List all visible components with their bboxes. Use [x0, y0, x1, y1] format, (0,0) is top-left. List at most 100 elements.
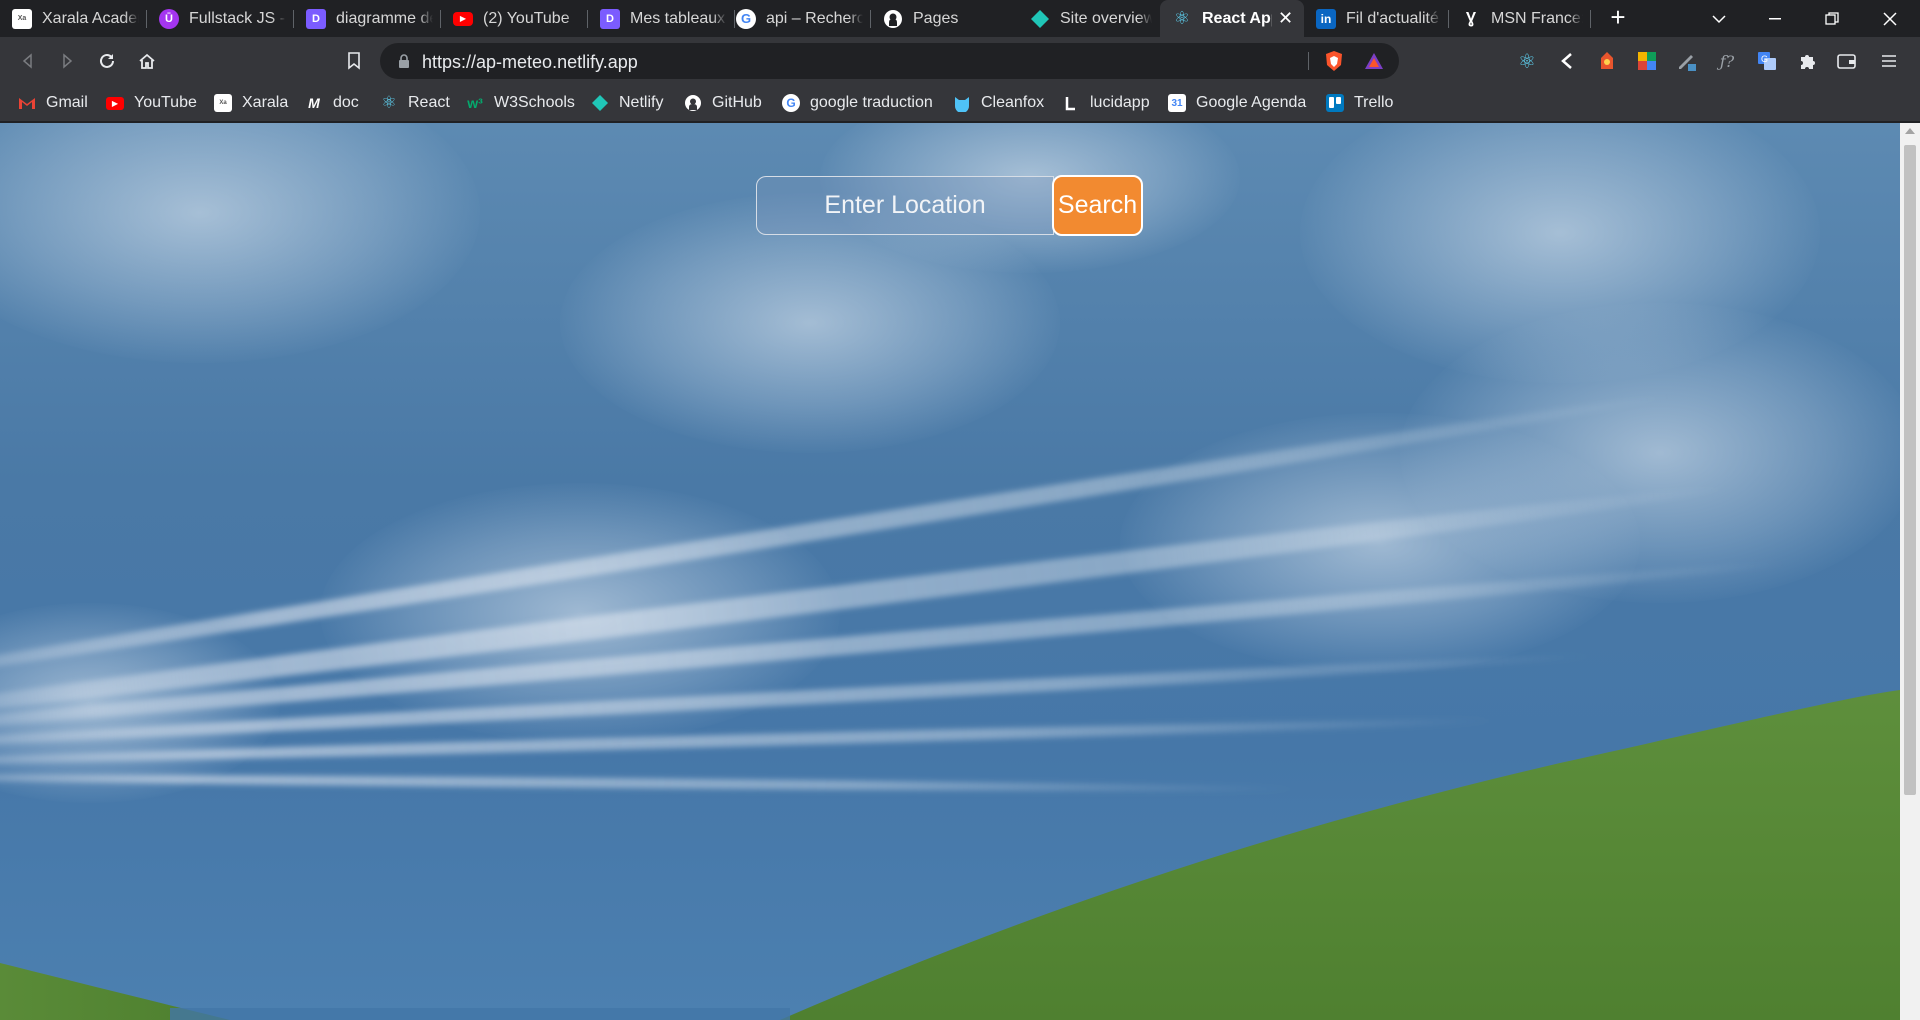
bookmark-label: Xarala: [242, 94, 289, 111]
tab-title: Fil d'actualité |: [1346, 9, 1441, 27]
tab-title: Mes tableaux c: [630, 9, 727, 27]
page-scrollbar[interactable]: [1900, 123, 1920, 1020]
bookmark-button[interactable]: [338, 45, 370, 77]
pen-extension-icon[interactable]: [1673, 47, 1701, 75]
home-icon: [139, 53, 155, 69]
netlify-icon: [1030, 9, 1050, 29]
address-bar[interactable]: https://ap-meteo.netlify.app: [380, 43, 1399, 79]
lock-icon: [399, 54, 409, 68]
diagram-app-icon: D: [306, 8, 326, 29]
tab-title: api – Recherch: [766, 9, 863, 27]
back-arrow-icon: [22, 53, 32, 69]
bookmark-netlify[interactable]: Netlify: [591, 85, 663, 121]
tab-udemy[interactable]: Ū Fullstack JS - R: [147, 0, 294, 37]
react-devtools-icon[interactable]: ⚛: [1513, 47, 1541, 75]
bookmark-label: W3Schools: [494, 94, 575, 111]
svg-text:G: G: [1761, 54, 1768, 64]
doc-icon: M: [308, 95, 320, 111]
google-icon: G: [782, 94, 800, 112]
minimize-button[interactable]: [1747, 0, 1803, 37]
tab-pages[interactable]: Pages: [871, 0, 1018, 37]
bookmark-label: Trello: [1354, 94, 1394, 111]
location-search-input[interactable]: [756, 176, 1054, 235]
search-button[interactable]: Search: [1052, 175, 1143, 236]
react-icon: ⚛: [1173, 8, 1191, 28]
bookmark-xarala[interactable]: Xa Xarala: [214, 85, 288, 121]
formula-extension-icon[interactable]: ƒ?: [1713, 47, 1741, 75]
brave-shield-icon[interactable]: [1320, 47, 1348, 75]
bookmark-w3schools[interactable]: w³ W3Schools: [466, 85, 575, 121]
bookmark-icon: [348, 52, 360, 70]
page-viewport: Search: [0, 123, 1900, 1020]
xarala-icon: Xa: [12, 8, 32, 29]
scrollbar-thumb[interactable]: [1904, 145, 1916, 795]
tab-api-recherche[interactable]: G api – Recherch: [724, 0, 871, 37]
bookmark-label: YouTube: [134, 94, 197, 111]
bookmark-google-traduction[interactable]: G google traduction: [782, 85, 933, 121]
colorful-extension-icon[interactable]: [1633, 47, 1661, 75]
boards-app-icon: D: [600, 8, 620, 29]
tab-site-overview[interactable]: Site overview |: [1018, 0, 1160, 37]
tab-title: MSN France: H: [1491, 9, 1583, 27]
bookmarks-bar: Gmail ▶ YouTube Xa Xarala M doc ⚛ React …: [0, 85, 1920, 122]
bookmark-label: Netlify: [619, 94, 664, 111]
gmail-icon: [18, 94, 36, 112]
brave-rewards-icon[interactable]: [1360, 47, 1388, 75]
bookmark-doc[interactable]: M doc: [305, 85, 359, 121]
bookmark-github[interactable]: GitHub: [684, 85, 762, 121]
tab-linkedin[interactable]: in Fil d'actualité |: [1304, 0, 1449, 37]
bookmark-react[interactable]: ⚛ React: [380, 85, 449, 121]
bookmark-google-agenda[interactable]: 31 Google Agenda: [1168, 85, 1306, 121]
lucid-icon: [1062, 94, 1080, 112]
close-tab-icon[interactable]: ✕: [1278, 8, 1296, 29]
address-separator: [1308, 52, 1309, 70]
bookmark-cleanfox[interactable]: Cleanfox: [953, 85, 1044, 121]
bookmark-label: Google Agenda: [1196, 94, 1307, 111]
forward-arrow-icon: [63, 53, 73, 69]
github-icon: [883, 9, 903, 29]
menu-icon[interactable]: [1875, 47, 1903, 75]
tab-title: Site overview |: [1060, 9, 1152, 27]
tab-react-app[interactable]: ⚛ React App ✕: [1160, 0, 1304, 37]
tab-strip: Xa Xarala Academ Ū Fullstack JS - R D di…: [0, 0, 1920, 37]
bookmark-label: Gmail: [46, 94, 88, 111]
close-window-button[interactable]: [1862, 0, 1918, 37]
arrow-extension-icon[interactable]: [1553, 47, 1581, 75]
tab-diagramme[interactable]: D diagramme de: [294, 0, 441, 37]
bookmark-label: Cleanfox: [981, 94, 1045, 111]
tab-xarala[interactable]: Xa Xarala Academ: [0, 0, 147, 37]
scroll-up-arrow-icon[interactable]: [1905, 128, 1915, 134]
tab-youtube[interactable]: ▶ (2) YouTube: [441, 0, 588, 37]
home-button[interactable]: [131, 45, 163, 77]
bookmark-lucidapp[interactable]: lucidapp: [1062, 85, 1150, 121]
wallet-icon[interactable]: [1833, 47, 1861, 75]
bookmark-trello[interactable]: Trello: [1326, 85, 1393, 121]
bookmark-label: GitHub: [712, 94, 762, 111]
restore-button[interactable]: [1804, 0, 1860, 37]
tab-msn[interactable]: Ɣ MSN France: H: [1449, 0, 1591, 37]
reload-button[interactable]: [91, 45, 123, 77]
tab-mes-tableaux[interactable]: D Mes tableaux c: [588, 0, 735, 37]
translate-extension-icon[interactable]: G: [1753, 47, 1781, 75]
bookmark-youtube[interactable]: ▶ YouTube: [106, 85, 197, 121]
bookmark-gmail[interactable]: Gmail: [18, 85, 88, 121]
tab-title: React App: [1202, 9, 1272, 27]
new-tab-button[interactable]: +: [1604, 4, 1632, 32]
extensions-puzzle-icon[interactable]: [1793, 47, 1821, 75]
google-icon: G: [736, 8, 756, 29]
w3schools-icon: w³: [467, 95, 483, 111]
xarala-icon: Xa: [214, 94, 232, 112]
cleanfox-icon: [953, 94, 971, 112]
forward-button[interactable]: [51, 45, 83, 77]
bookmark-label: lucidapp: [1090, 94, 1150, 111]
tab-search-chevron-icon[interactable]: [1691, 0, 1747, 37]
youtube-icon: ▶: [453, 11, 473, 26]
tab-title: (2) YouTube: [483, 9, 570, 27]
linkedin-icon: in: [1316, 8, 1336, 29]
udemy-icon: Ū: [159, 8, 179, 29]
fox-extension-icon[interactable]: [1593, 47, 1621, 75]
back-button[interactable]: [12, 45, 44, 77]
tab-title: diagramme de: [336, 9, 433, 27]
tab-title: Xarala Academ: [42, 9, 139, 27]
browser-toolbar: https://ap-meteo.netlify.app ⚛ ƒ? G: [0, 37, 1920, 85]
